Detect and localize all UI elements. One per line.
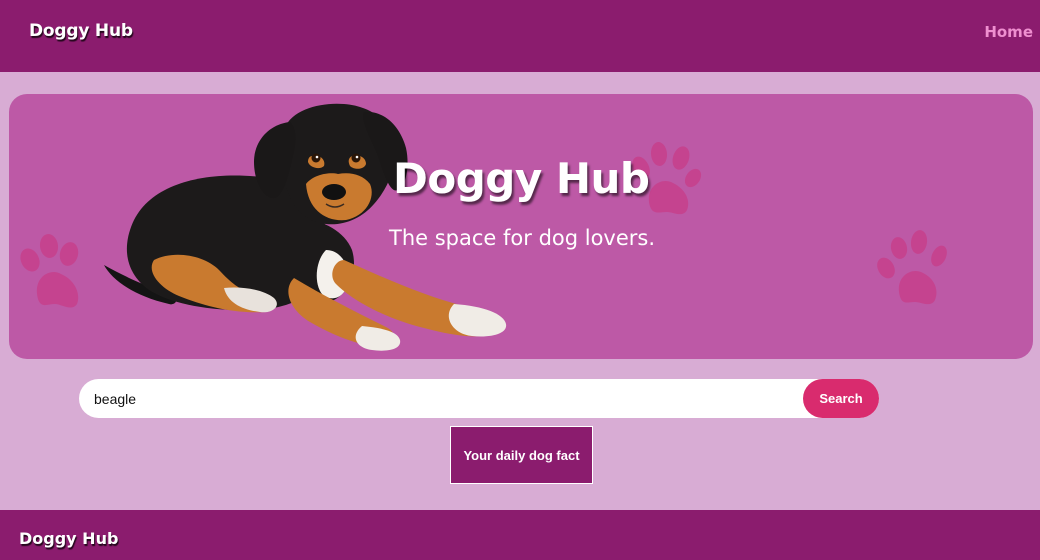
search-bar: Search xyxy=(79,379,879,418)
search-input[interactable] xyxy=(79,379,803,418)
daily-dog-fact-button[interactable]: Your daily dog fact xyxy=(450,426,593,484)
navbar-brand[interactable]: Doggy Hub xyxy=(29,21,133,41)
hero-title: Doggy Hub xyxy=(393,154,650,203)
top-navbar: Doggy Hub Home xyxy=(0,0,1040,72)
paw-print-icon xyxy=(20,234,79,308)
hero-banner: Doggy Hub The space for dog lovers. xyxy=(9,94,1033,359)
hero-subtitle: The space for dog lovers. xyxy=(389,226,656,250)
footer: Doggy Hub xyxy=(0,510,1040,560)
paw-print-icon xyxy=(877,230,947,305)
search-button[interactable]: Search xyxy=(803,379,879,418)
nav-link-home[interactable]: Home xyxy=(984,23,1033,41)
footer-brand: Doggy Hub xyxy=(19,529,119,548)
